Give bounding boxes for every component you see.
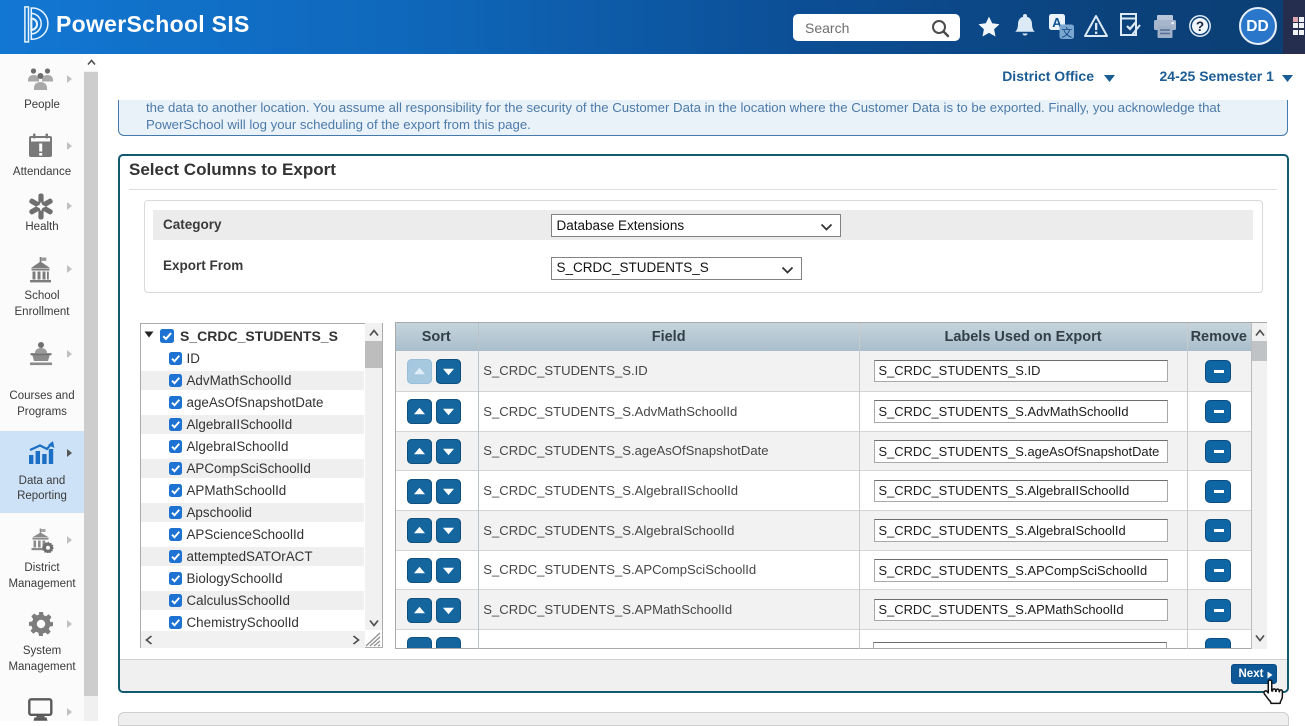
svg-text:文: 文 [1061,25,1072,39]
svg-text:?: ? [1196,19,1204,34]
